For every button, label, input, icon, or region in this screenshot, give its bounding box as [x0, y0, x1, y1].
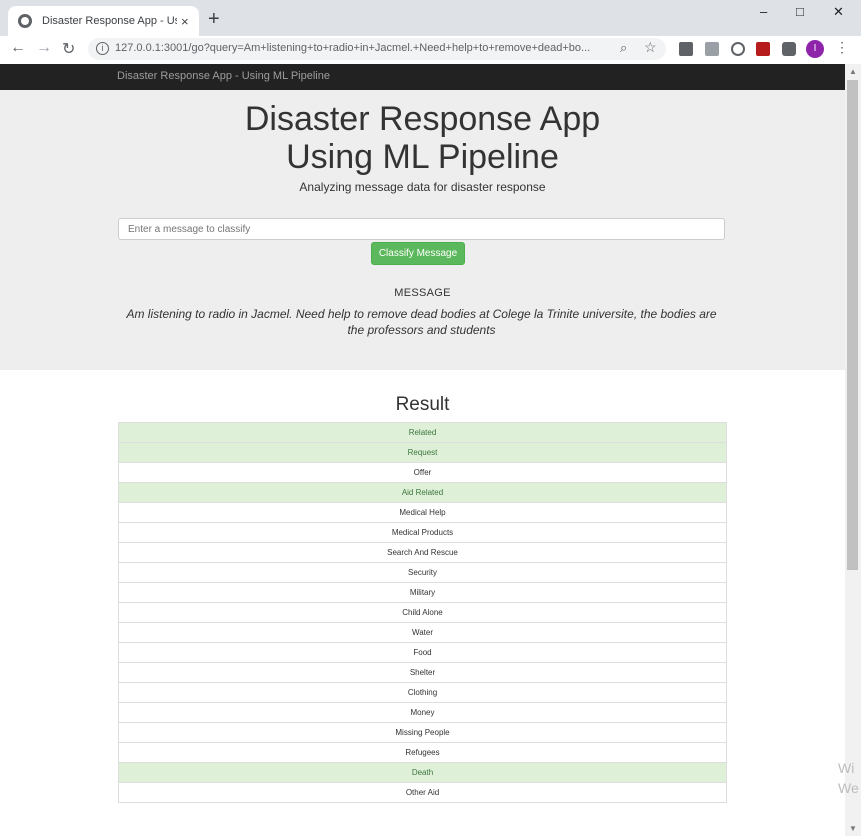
- result-item: Water: [118, 622, 727, 643]
- navbar-brand[interactable]: Disaster Response App - Using ML Pipelin…: [117, 70, 330, 82]
- result-item: Money: [118, 702, 727, 723]
- url-text[interactable]: 127.0.0.1:3001/go?query=Am+listening+to+…: [115, 42, 610, 54]
- tab-title: Disaster Response App - Using ML: [42, 15, 177, 27]
- result-item: Security: [118, 562, 727, 583]
- result-item: Death: [118, 762, 727, 783]
- watermark-line2: We: [838, 780, 859, 796]
- scroll-down-icon[interactable]: ▼: [849, 824, 857, 833]
- address-bar[interactable]: i 127.0.0.1:3001/go?query=Am+listening+t…: [88, 38, 666, 60]
- close-window-icon[interactable]: ✕: [833, 4, 844, 20]
- result-item: Shelter: [118, 662, 727, 683]
- reload-icon[interactable]: ↻: [62, 39, 75, 59]
- zoom-icon[interactable]: ⌕: [620, 40, 627, 56]
- result-item: Medical Products: [118, 522, 727, 543]
- result-item: Search And Rescue: [118, 542, 727, 563]
- message-label: MESSAGE: [394, 287, 451, 299]
- result-item: Other Aid: [118, 782, 727, 803]
- windows-activation-watermark: Wi We: [838, 758, 859, 798]
- browser-tab[interactable]: Disaster Response App - Using ML ×: [8, 6, 199, 36]
- profile-avatar[interactable]: I: [806, 40, 824, 58]
- browser-titlebar: Disaster Response App - Using ML × + – □…: [0, 0, 861, 36]
- scrollbar[interactable]: ▲ ▼: [845, 64, 861, 836]
- forward-icon[interactable]: →: [36, 39, 52, 57]
- result-item: Clothing: [118, 682, 727, 703]
- message-text: Am listening to radio in Jacmel. Need he…: [126, 307, 717, 337]
- menu-icon[interactable]: ⋮: [835, 39, 849, 56]
- extension-icon[interactable]: [782, 42, 796, 56]
- back-icon[interactable]: ←: [10, 39, 26, 57]
- scroll-thumb[interactable]: [847, 80, 858, 570]
- watermark-line1: Wi: [838, 760, 855, 776]
- minimize-icon[interactable]: –: [760, 4, 767, 19]
- pdf-extension-icon[interactable]: [756, 42, 770, 56]
- result-title: Result: [395, 394, 450, 415]
- jumbotron: Disaster Response App Using ML Pipeline …: [0, 90, 845, 370]
- extension-help-icon[interactable]: [679, 42, 693, 56]
- result-item: Refugees: [118, 742, 727, 763]
- result-item: Food: [118, 642, 727, 663]
- new-tab-icon[interactable]: +: [208, 8, 220, 31]
- maximize-icon[interactable]: □: [796, 4, 804, 19]
- star-icon[interactable]: ☆: [644, 39, 657, 56]
- classify-button[interactable]: Classify Message: [371, 242, 465, 265]
- result-item: Related: [118, 422, 727, 443]
- page-title: Disaster Response App Using ML Pipeline: [0, 100, 845, 176]
- page-viewport: Disaster Response App - Using ML Pipelin…: [0, 64, 845, 836]
- extension-circle-icon[interactable]: [731, 42, 745, 56]
- page-title-line2: Using ML Pipeline: [286, 138, 559, 176]
- extension-copy-icon[interactable]: [705, 42, 719, 56]
- message-input[interactable]: [118, 218, 725, 240]
- result-item: Aid Related: [118, 482, 727, 503]
- page-title-line1: Disaster Response App: [244, 100, 601, 138]
- scroll-up-icon[interactable]: ▲: [849, 67, 857, 76]
- result-list: Related Request Offer Aid Related Medical He…: [118, 422, 727, 803]
- browser-toolbar: ← → ↻ i 127.0.0.1:3001/go?query=Am+liste…: [0, 36, 861, 65]
- page-subtitle: Analyzing message data for disaster resp…: [299, 180, 546, 194]
- result-item: Missing People: [118, 722, 727, 743]
- tab-close-icon[interactable]: ×: [181, 14, 189, 29]
- navbar: Disaster Response App - Using ML Pipelin…: [0, 64, 845, 90]
- result-item: Medical Help: [118, 502, 727, 523]
- globe-icon: [18, 14, 32, 28]
- result-item: Military: [118, 582, 727, 603]
- result-item: Child Alone: [118, 602, 727, 623]
- info-icon[interactable]: i: [96, 42, 109, 55]
- result-item: Request: [118, 442, 727, 463]
- result-item: Offer: [118, 462, 727, 483]
